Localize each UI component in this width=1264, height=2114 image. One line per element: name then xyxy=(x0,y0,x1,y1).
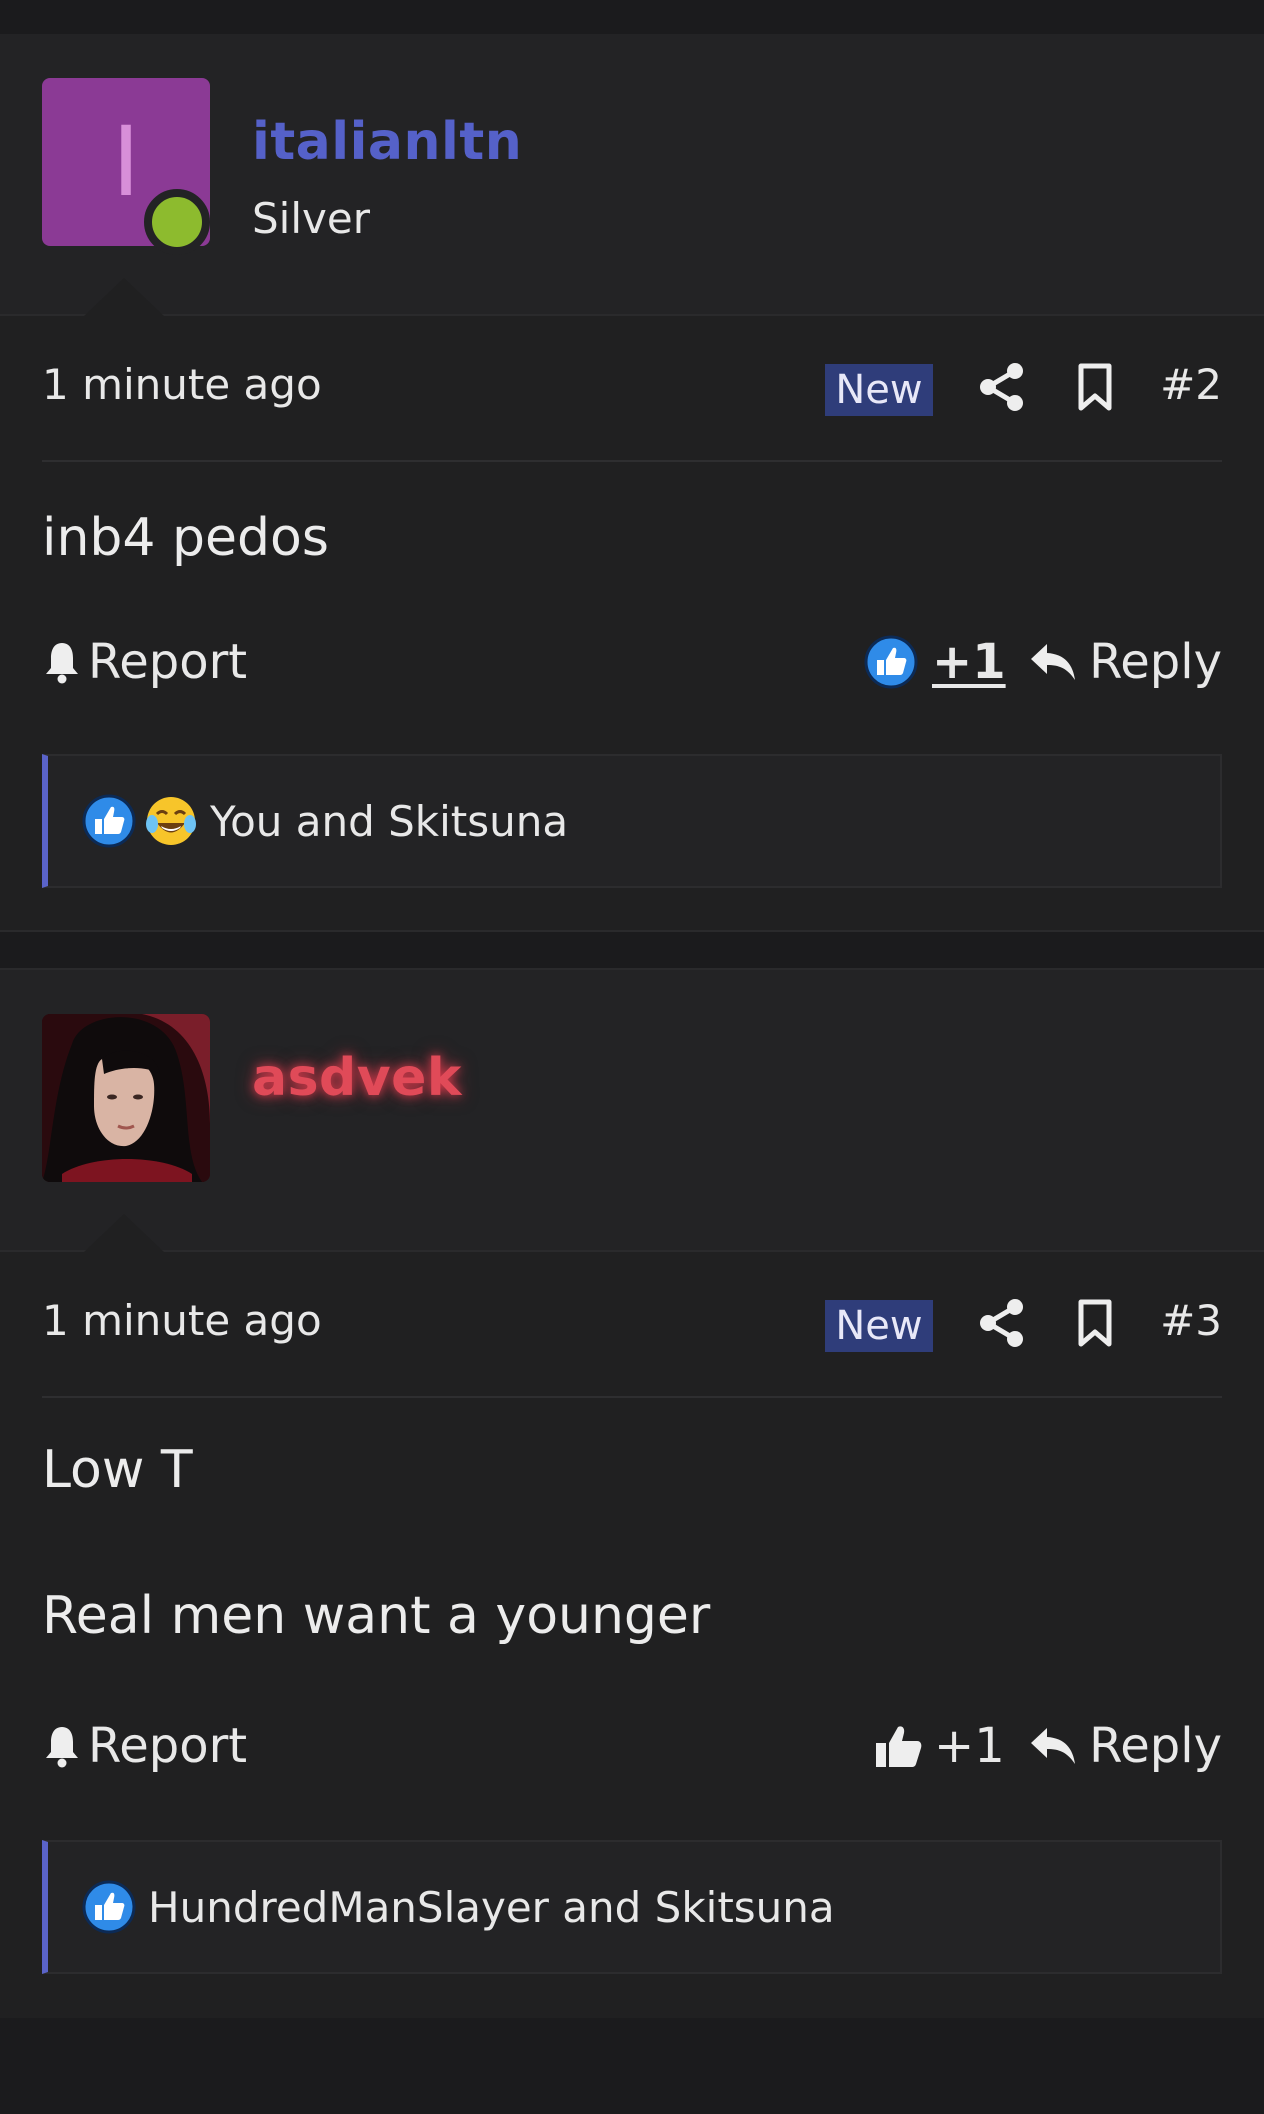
post-actions: Report +1 Reply xyxy=(42,622,1222,702)
bell-icon xyxy=(46,1727,78,1768)
report-label: Report xyxy=(88,634,248,690)
post-meta: 1 minute ago New #3 xyxy=(42,1270,1222,1370)
thread-page: I italianltn Silver 1 minute ago New #2 xyxy=(0,0,1264,2114)
header-pointer xyxy=(84,278,164,316)
share-icon[interactable] xyxy=(979,362,1025,412)
react-button[interactable]: +1 xyxy=(874,1706,1005,1786)
post-number-link[interactable]: #3 xyxy=(1160,1296,1222,1345)
message-line: inb4 pedos xyxy=(42,508,329,568)
reaction-count[interactable]: +1 xyxy=(932,634,1006,690)
bookmark-icon[interactable] xyxy=(1075,1298,1115,1348)
reply-label: Reply xyxy=(1089,1718,1222,1774)
bookmark-icon[interactable] xyxy=(1075,362,1115,412)
report-button[interactable]: Report xyxy=(42,622,247,702)
post-actions: Report +1 Reply xyxy=(42,1706,1222,1786)
divider xyxy=(42,1396,1222,1398)
message-line: Real men want a younger xyxy=(42,1586,711,1646)
report-button[interactable]: Report xyxy=(42,1706,247,1786)
post-separator xyxy=(0,930,1264,970)
reactions-summary[interactable]: You and Skitsuna xyxy=(42,754,1222,888)
message-line: Low T xyxy=(42,1440,193,1500)
thumbs-up-icon xyxy=(82,1880,136,1934)
reactions-text[interactable]: HundredManSlayer and Skitsuna xyxy=(148,1883,835,1932)
reply-button[interactable]: Reply xyxy=(1029,1706,1222,1786)
divider xyxy=(42,460,1222,462)
avatar-photo xyxy=(42,1014,210,1182)
reply-button[interactable]: Reply xyxy=(1029,622,1222,702)
thumbs-up-icon xyxy=(864,635,918,689)
reply-arrow-icon xyxy=(1031,644,1076,680)
avatar-letter: I xyxy=(111,106,141,218)
top-strip xyxy=(0,0,1264,34)
post-message: inb4 pedos xyxy=(42,508,329,568)
bell-icon xyxy=(46,643,78,684)
react-button[interactable]: +1 xyxy=(864,622,1006,702)
reply-arrow-icon xyxy=(1031,1728,1076,1764)
post: asdvek 1 minute ago New #3 Low T Real me… xyxy=(0,970,1264,2018)
username[interactable]: asdvek xyxy=(252,1048,462,1108)
laughing-tears-emoji-icon xyxy=(146,797,196,845)
reactions-text[interactable]: You and Skitsuna xyxy=(210,797,568,846)
post-time[interactable]: 1 minute ago xyxy=(42,1296,322,1345)
avatar[interactable] xyxy=(42,1014,210,1182)
report-label: Report xyxy=(88,1718,248,1774)
reply-label: Reply xyxy=(1089,634,1222,690)
username[interactable]: italianltn xyxy=(252,112,522,172)
thumbs-up-icon xyxy=(82,794,136,848)
header-pointer xyxy=(84,1214,164,1252)
new-badge: New xyxy=(825,364,933,416)
post-meta: 1 minute ago New #2 xyxy=(42,334,1222,434)
user-title: Silver xyxy=(252,194,370,243)
post-message: Low T Real men want a younger xyxy=(42,1440,710,1646)
thumbs-up-icon xyxy=(876,1726,922,1767)
new-badge: New xyxy=(825,1300,933,1352)
post-header: asdvek xyxy=(0,970,1264,1252)
post-header: I italianltn Silver xyxy=(0,34,1264,316)
share-icon[interactable] xyxy=(979,1298,1025,1348)
reaction-count[interactable]: +1 xyxy=(934,1718,1005,1774)
post: I italianltn Silver 1 minute ago New #2 xyxy=(0,34,1264,930)
reactions-summary[interactable]: HundredManSlayer and Skitsuna xyxy=(42,1840,1222,1974)
post-time[interactable]: 1 minute ago xyxy=(42,360,322,409)
post-number-link[interactable]: #2 xyxy=(1160,360,1222,409)
online-status-dot xyxy=(144,189,210,255)
